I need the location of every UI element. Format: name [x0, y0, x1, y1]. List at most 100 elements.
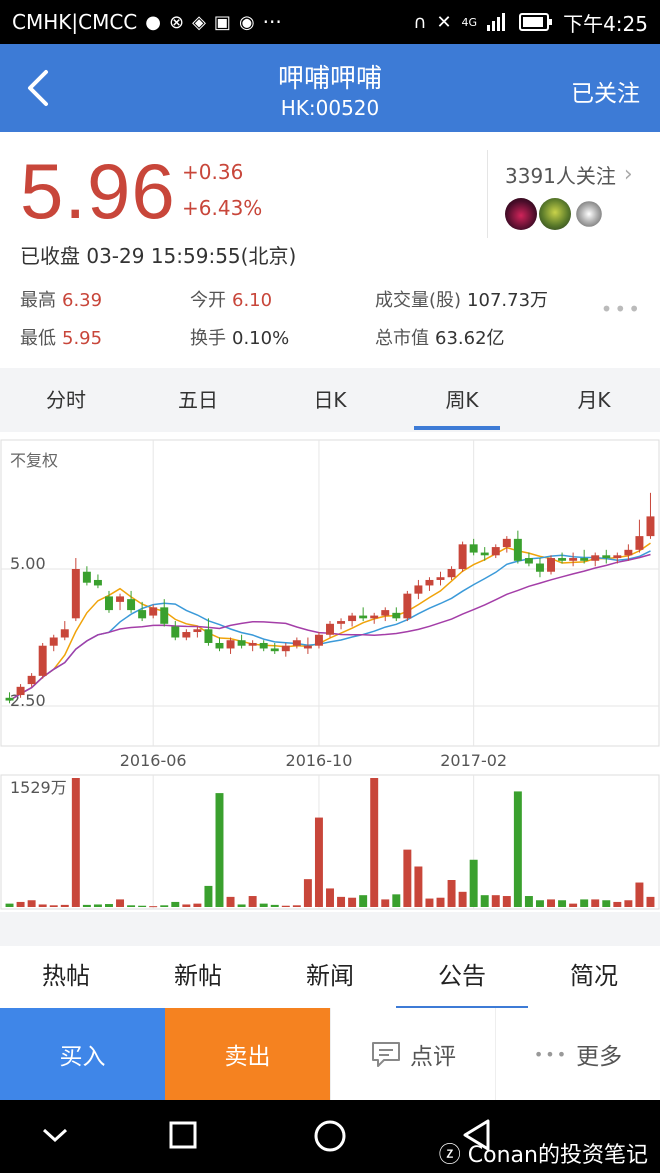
tab-new-posts[interactable]: 新帖 — [132, 946, 264, 1008]
mute-icon: ✕ — [436, 11, 452, 33]
candle-body — [105, 596, 113, 611]
stat-value: 6.39 — [62, 290, 103, 311]
volume-bar — [237, 904, 246, 907]
stat-turnover: 换手 0.10% — [190, 324, 289, 350]
volume-bar — [403, 849, 412, 907]
watermark: ⓩ Conan的投资笔记 — [439, 1137, 648, 1169]
candle-body — [635, 536, 644, 550]
tab-weekly-k[interactable]: 周K — [396, 368, 528, 432]
volume-bar — [370, 778, 379, 907]
sell-button[interactable]: 卖出 — [165, 1008, 330, 1100]
volume-bar — [71, 778, 80, 907]
comment-button[interactable]: 点评 — [330, 1008, 495, 1100]
volume-bar — [171, 901, 180, 907]
volume-bar — [93, 904, 102, 907]
candle-body — [425, 579, 434, 586]
app-header: 呷哺呷哺 HK:00520 已关注 — [0, 44, 660, 132]
volume-bar — [281, 905, 290, 907]
volume-bar — [392, 894, 401, 907]
volume-bar — [149, 906, 158, 908]
volume-bar — [436, 897, 445, 907]
battery-icon — [519, 13, 553, 31]
app-icon-2: ◈ — [192, 11, 206, 33]
spacer — [0, 912, 660, 946]
more-button[interactable]: ••• 更多 — [495, 1008, 660, 1100]
stat-value: 63.62亿 — [435, 328, 505, 349]
volume-bar — [215, 793, 224, 907]
candle-body — [359, 615, 368, 619]
volume-bar — [491, 895, 500, 907]
current-price: 5.96 — [20, 147, 176, 235]
tab-intraday[interactable]: 分时 — [0, 368, 132, 432]
volume-bar — [381, 899, 390, 907]
volume-bar — [414, 866, 423, 907]
tab-five-day[interactable]: 五日 — [132, 368, 264, 432]
candle-body — [547, 558, 555, 572]
volume-bar — [60, 904, 69, 907]
watermark-text: Conan的投资笔记 — [467, 1143, 648, 1168]
candle-body — [138, 610, 147, 619]
candle-body — [259, 642, 268, 649]
x-tick-label: 2016-10 — [286, 751, 353, 770]
volume-max-label: 1529万 — [10, 778, 67, 797]
candle-body — [403, 593, 412, 619]
volume-bar — [270, 904, 279, 907]
candle-body — [82, 571, 91, 583]
tab-profile[interactable]: 简况 — [528, 946, 660, 1008]
candle-body — [491, 547, 500, 556]
volume-bar — [469, 859, 478, 907]
chevron-down-icon[interactable] — [40, 1124, 70, 1146]
tab-announcements[interactable]: 公告 — [396, 946, 528, 1008]
volume-bar — [359, 895, 368, 907]
volume-bar — [326, 888, 334, 907]
stock-code: HK:00520 — [280, 96, 380, 120]
sell-label: 卖出 — [224, 1044, 271, 1070]
candle-body — [646, 516, 655, 537]
follow-button[interactable]: 已关注 — [571, 74, 640, 108]
home-icon[interactable] — [312, 1118, 348, 1154]
volume-bar — [292, 905, 301, 907]
tab-news[interactable]: 新闻 — [264, 946, 396, 1008]
kline-chart[interactable]: 不复权 5.00 2.50 2016-06 2016-10 2017-02 — [0, 438, 660, 778]
volume-chart[interactable]: 1529万 — [0, 774, 660, 912]
candle-body — [127, 599, 136, 611]
comment-label: 点评 — [410, 1044, 456, 1070]
avatar — [576, 201, 602, 227]
candle-body — [558, 558, 567, 561]
volume-bar — [558, 900, 567, 907]
candle-body — [602, 555, 611, 559]
volume-bar — [38, 904, 47, 907]
candle-body — [436, 577, 445, 580]
candle-body — [237, 640, 246, 646]
more-label: 更多 — [576, 1044, 623, 1070]
volume-bar — [524, 896, 533, 907]
candle-body — [569, 558, 578, 561]
volume-bar — [127, 905, 136, 907]
candle-body — [149, 607, 158, 616]
app-icon: ⊗ — [168, 11, 185, 33]
tab-hot-posts[interactable]: 热帖 — [0, 946, 132, 1008]
avatar — [505, 198, 537, 230]
candle-body — [458, 544, 467, 569]
volume-bar — [580, 899, 589, 907]
follower-avatars[interactable] — [505, 198, 605, 230]
more-stats-icon[interactable]: ••• — [601, 297, 642, 321]
buy-button[interactable]: 买入 — [0, 1008, 165, 1100]
tab-monthly-k[interactable]: 月K — [528, 368, 660, 432]
tab-daily-k[interactable]: 日K — [264, 368, 396, 432]
price-change: +0.36 — [182, 160, 244, 184]
recent-apps-icon[interactable] — [168, 1120, 198, 1150]
candle-body — [160, 607, 169, 624]
volume-bar — [602, 900, 611, 907]
volume-bar — [16, 901, 25, 907]
followers-link[interactable]: 3391人关注 › — [505, 160, 633, 189]
volume-bar — [204, 885, 213, 907]
candle-body — [27, 675, 36, 685]
volume-bar — [547, 899, 555, 907]
candle-body — [314, 634, 323, 646]
volume-bar — [49, 905, 58, 907]
market-status: 已收盘 03-29 15:59:55(北京) — [20, 244, 297, 268]
volume-bar — [82, 904, 91, 907]
candle-body — [524, 558, 533, 564]
candle-body — [60, 629, 69, 638]
